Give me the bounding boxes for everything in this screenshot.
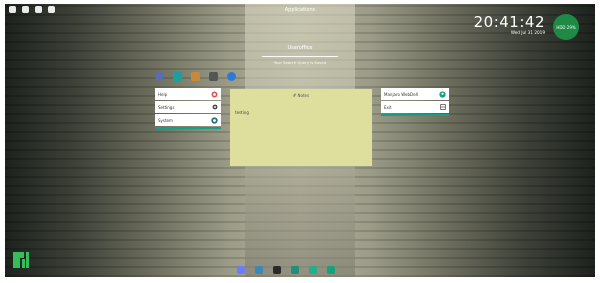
dock bbox=[237, 266, 335, 274]
settings-app-icon[interactable] bbox=[209, 72, 218, 81]
info-icon[interactable] bbox=[227, 72, 236, 81]
search-hint: Your Search Query Is Saved bbox=[273, 60, 327, 65]
menu-accent-bar bbox=[381, 114, 449, 116]
help-icon bbox=[211, 91, 218, 97]
terminal-icon[interactable] bbox=[173, 72, 182, 81]
user-header: Useroffice Your Search Query Is Saved bbox=[259, 45, 341, 65]
monitor-icon[interactable] bbox=[291, 266, 299, 274]
user-name: Useroffice bbox=[287, 45, 313, 51]
globe-icon[interactable] bbox=[155, 72, 164, 81]
desktop-background: Applications 20:41:42 Wed Jul 31 2019 HD… bbox=[5, 4, 595, 277]
menu-item-help[interactable]: Help bbox=[155, 88, 221, 100]
app-icon[interactable] bbox=[255, 266, 263, 274]
exit-icon bbox=[440, 104, 446, 110]
menu-item-label: Help bbox=[158, 91, 168, 97]
green-app-icon[interactable] bbox=[309, 266, 317, 274]
clock-time: 20:41:42 bbox=[473, 13, 545, 31]
disk-percent: 29% bbox=[566, 24, 576, 30]
disk-usage-widget: HDD 29% bbox=[553, 14, 579, 40]
manjaro-logo[interactable] bbox=[13, 252, 29, 268]
menu-accent-bar bbox=[155, 127, 221, 129]
notes-content[interactable]: testing bbox=[235, 110, 249, 115]
menu-item-label: Settings bbox=[158, 104, 175, 110]
notes-widget[interactable]: # Notes testing bbox=[230, 89, 372, 166]
right-menu: Manjaro WebDeX Exit bbox=[381, 88, 449, 116]
notes-title: # Notes bbox=[292, 93, 310, 98]
left-menu: Help Settings System bbox=[155, 88, 221, 129]
menu-item-label: System bbox=[158, 117, 173, 123]
menu-item-manjaro-webdex[interactable]: Manjaro WebDeX bbox=[381, 88, 449, 100]
terminal-icon[interactable] bbox=[273, 266, 281, 274]
file-manager-icon[interactable] bbox=[237, 266, 245, 274]
search-underline[interactable] bbox=[262, 56, 338, 57]
menu-item-label: Manjaro WebDeX bbox=[384, 91, 419, 97]
archive-icon[interactable] bbox=[191, 72, 200, 81]
user-icon bbox=[439, 90, 446, 98]
clock: 20:41:42 Wed Jul 31 2019 bbox=[474, 13, 545, 35]
menu-item-label: Exit bbox=[384, 104, 392, 110]
gear-icon bbox=[211, 116, 218, 124]
menu-item-exit[interactable]: Exit bbox=[381, 101, 449, 113]
menu-item-settings[interactable]: Settings bbox=[155, 101, 221, 113]
disk-label: HDD bbox=[556, 24, 566, 30]
favorites-bar bbox=[155, 72, 236, 81]
green-app-icon[interactable] bbox=[327, 266, 335, 274]
menu-item-system[interactable]: System bbox=[155, 114, 221, 126]
gear-icon bbox=[212, 104, 218, 110]
